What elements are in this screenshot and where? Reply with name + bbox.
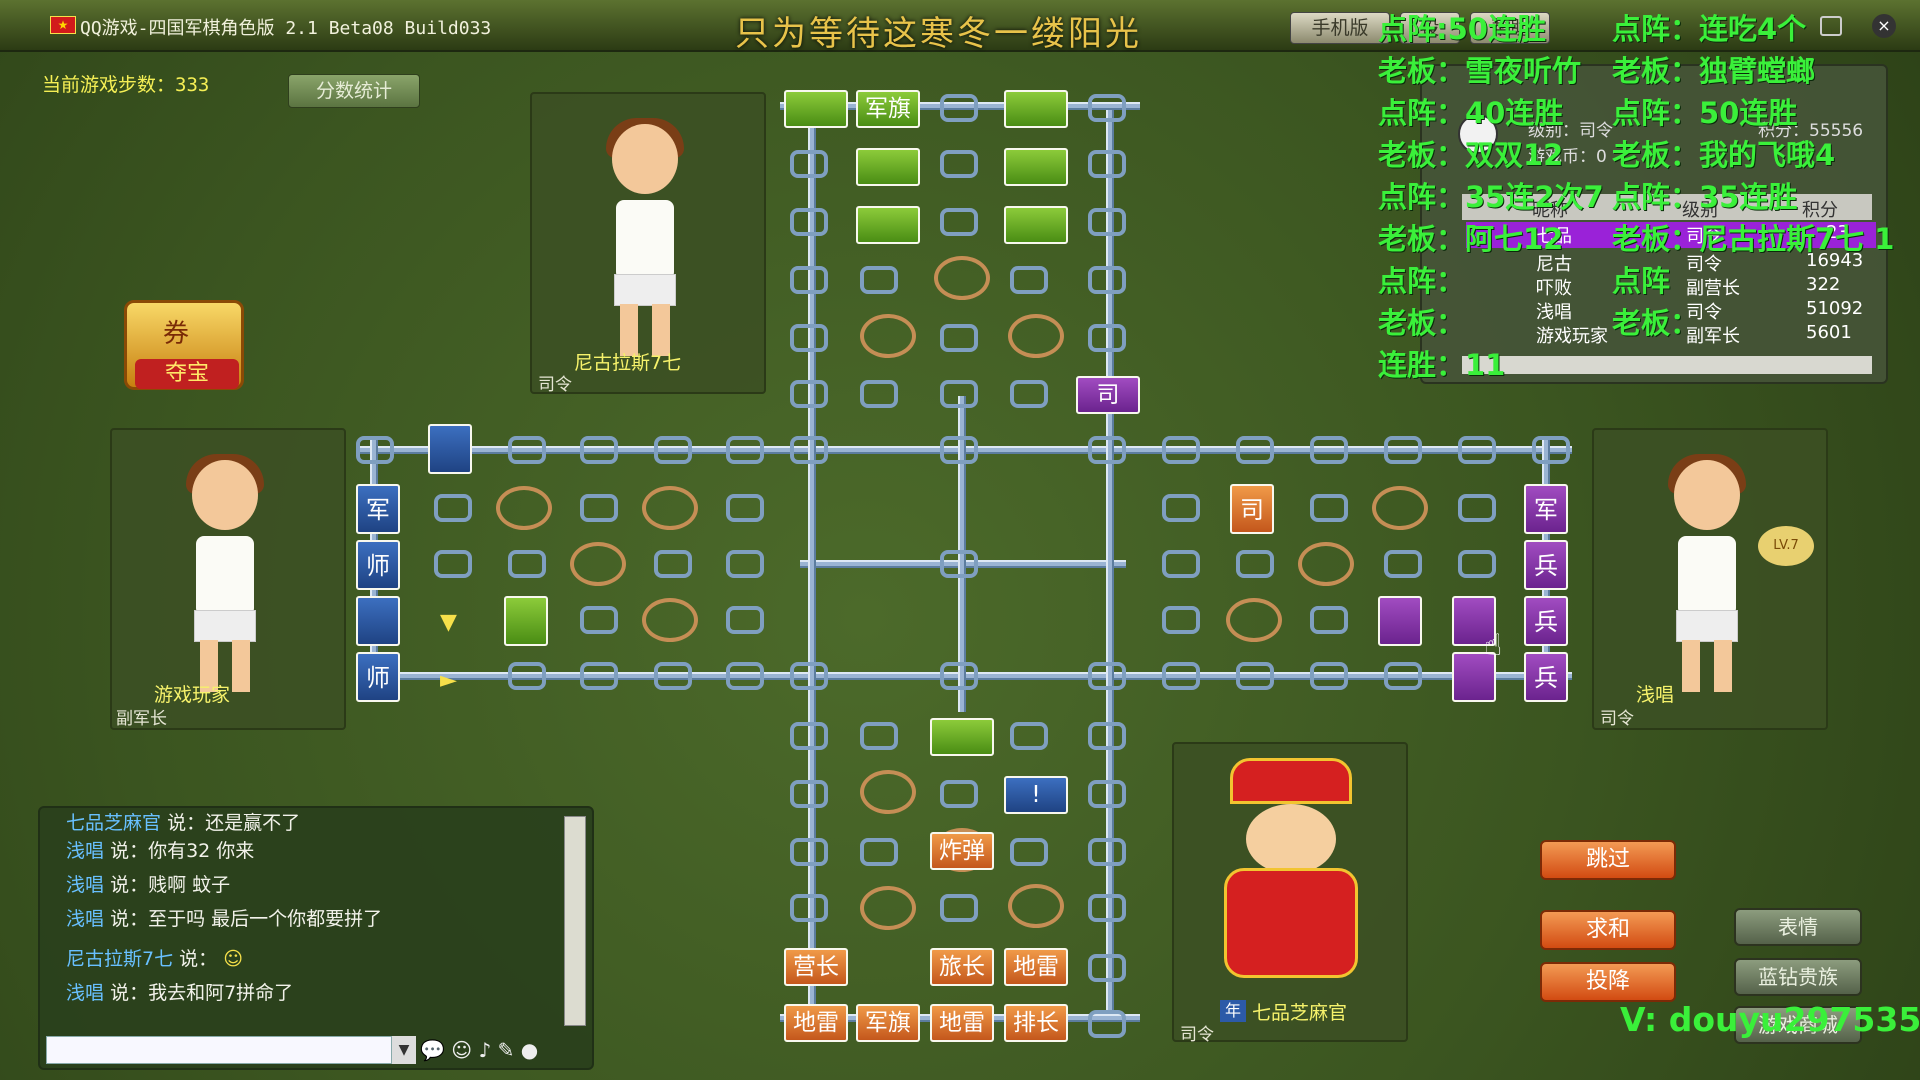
piece-green[interactable] <box>1004 206 1068 244</box>
overlay-line: 老板：尼古拉斯7七 1 <box>1612 222 1895 256</box>
chat-panel: 七品芝麻官 说：还是赢不了 浅唱 说：你有32 你来 浅唱 说：贱啊 蚊子 浅唱… <box>38 806 594 1070</box>
overlay-line: 点阵:50连胜 <box>1378 12 1546 46</box>
overlay-line: 老板： <box>1612 306 1700 340</box>
chat-scrollbar[interactable] <box>564 816 586 1026</box>
streamer-watermark: V: douyu297535 <box>1620 1000 1920 1039</box>
chat-message: 尼古拉斯7七 说： ☺ <box>66 948 244 970</box>
piece-green[interactable] <box>784 90 848 128</box>
peace-button[interactable]: 求和 <box>1540 910 1676 950</box>
overlay-line: 点阵：连吃4个 <box>1612 12 1807 46</box>
piece-landmine[interactable]: 地雷 <box>1004 948 1068 986</box>
piece-division-blue[interactable]: 师 <box>356 540 400 590</box>
piece-green[interactable] <box>856 148 920 186</box>
hand-cursor-icon: ☝ <box>1484 628 1503 663</box>
piece-battalion[interactable]: 营长 <box>784 948 848 986</box>
chat-message: 浅唱 说：贱啊 蚊子 <box>66 874 231 896</box>
chat-message: 七品芝麻官 说：还是赢不了 <box>66 812 301 834</box>
piece-blue[interactable] <box>356 596 400 646</box>
piece-commander-orange[interactable]: 司 <box>1230 484 1274 534</box>
overlay-line: 老板：双双12 <box>1378 138 1564 172</box>
overlay-line: 点阵： <box>1378 264 1466 298</box>
piece-soldier-purple[interactable]: 兵 <box>1524 596 1568 646</box>
chat-message: 浅唱 说：你有32 你来 <box>66 840 255 862</box>
piece-green[interactable] <box>930 718 994 756</box>
piece-commander-purple[interactable]: 司 <box>1076 376 1140 414</box>
piece-army-blue[interactable]: 军 <box>356 484 400 534</box>
overlay-line: 老板：独臂螳螂 <box>1612 54 1816 88</box>
piece-division-blue[interactable]: 师 <box>356 652 400 702</box>
piece-green[interactable] <box>1004 148 1068 186</box>
list-scrollbar[interactable] <box>1462 356 1872 374</box>
skip-button[interactable]: 跳过 <box>1540 840 1676 880</box>
chevron-down-icon[interactable]: ▼ <box>392 1036 416 1064</box>
piece-soldier-purple[interactable]: 兵 <box>1524 540 1568 590</box>
surrender-button[interactable]: 投降 <box>1540 962 1676 1002</box>
piece-army-purple[interactable]: 军 <box>1524 484 1568 534</box>
overlay-line: 点阵：35连胜 <box>1612 180 1798 214</box>
overlay-line: 点阵：50连胜 <box>1612 96 1798 130</box>
piece-flag-bottom[interactable]: 军旗 <box>856 1004 920 1042</box>
piece-blue[interactable] <box>428 424 472 474</box>
chat-tools[interactable]: 💬 ☺ ♪ ✎ ● <box>420 1038 538 1062</box>
emote-button[interactable]: 表情 <box>1734 908 1862 946</box>
piece-flag-top[interactable]: 军旗 <box>856 90 920 128</box>
overlay-line: 连胜：11 <box>1378 348 1506 382</box>
emoji-icon: ☺ <box>223 948 244 970</box>
blue-diamond-button[interactable]: 蓝钻贵族 <box>1734 958 1862 996</box>
arrow-down-icon: ▼ <box>440 610 457 635</box>
piece-soldier-purple[interactable]: 兵 <box>1524 652 1568 702</box>
rail-line <box>808 104 816 1020</box>
piece-unknown-blue[interactable]: ! <box>1004 776 1068 814</box>
chat-input[interactable] <box>46 1036 392 1064</box>
piece-landmine[interactable]: 地雷 <box>930 1004 994 1042</box>
arrow-right-icon: ► <box>440 668 457 693</box>
overlay-line: 老板：我的飞哦4 <box>1612 138 1836 172</box>
chat-message: 浅唱 说：至于吗 最后一个你都要拼了 <box>66 908 383 930</box>
piece-green[interactable] <box>1004 90 1068 128</box>
overlay-line: 点阵：40连胜 <box>1378 96 1564 130</box>
overlay-line: 点阵：35连2次7 <box>1378 180 1604 214</box>
piece-brigade[interactable]: 旅长 <box>930 948 994 986</box>
piece-landmine[interactable]: 地雷 <box>784 1004 848 1042</box>
chat-message: 浅唱 说：我去和阿7拼命了 <box>66 982 294 1004</box>
overlay-line: 老板：阿七12 <box>1378 222 1564 256</box>
overlay-line: 老板： <box>1378 306 1466 340</box>
overlay-line: 老板：雪夜听竹 <box>1378 54 1582 88</box>
rail-line <box>1106 104 1114 1020</box>
piece-green[interactable] <box>856 206 920 244</box>
piece-purple[interactable] <box>1378 596 1422 646</box>
piece-green[interactable] <box>504 596 548 646</box>
piece-platoon[interactable]: 排长 <box>1004 1004 1068 1042</box>
piece-bomb[interactable]: 炸弹 <box>930 832 994 870</box>
overlay-line: 点阵 <box>1612 264 1671 298</box>
